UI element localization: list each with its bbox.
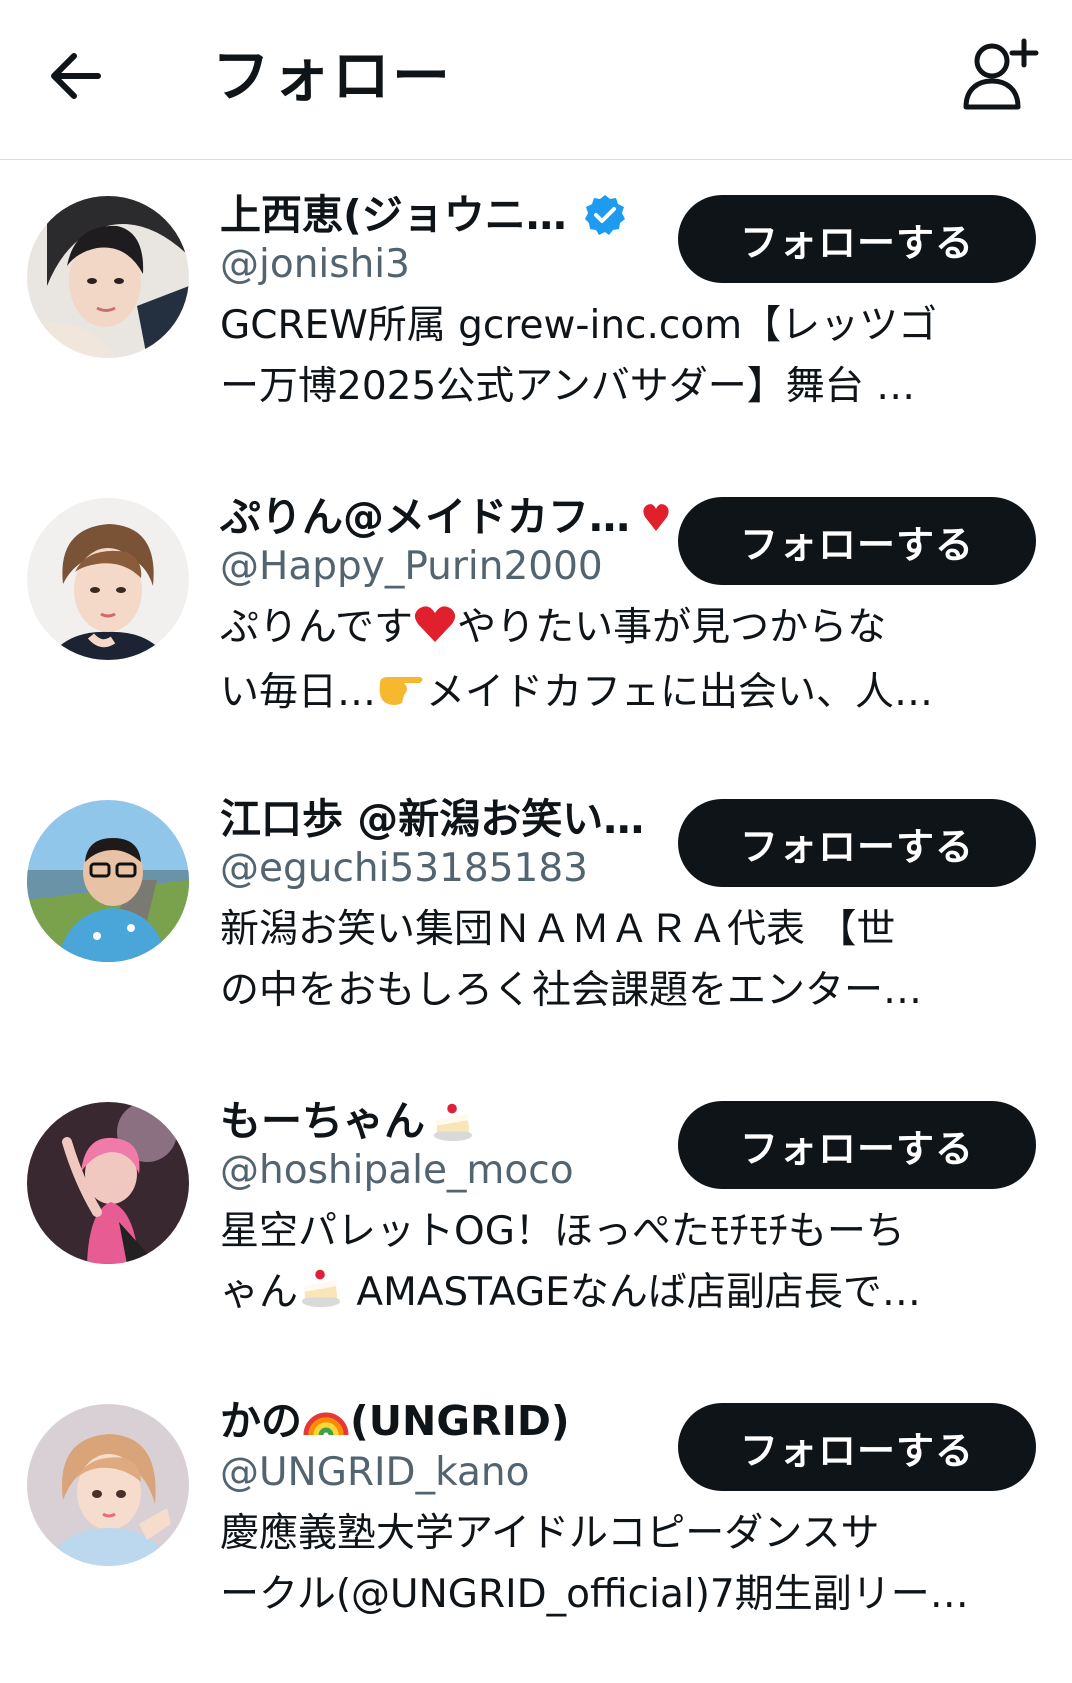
avatar[interactable] — [27, 1102, 189, 1264]
bio-text: い毎日… — [220, 670, 377, 715]
bio-line: GCREW所属 gcrew-inc.com【レッツゴ — [220, 303, 938, 348]
follow-button[interactable]: フォローする — [678, 1403, 1036, 1491]
top-app-bar: フォロー — [0, 0, 1072, 160]
user-bio: 新潟お笑い集団ＮＡＭＡＲＡ代表 【世 の中をおもしろく社会課題をエンター… — [220, 899, 1040, 1021]
bio-line: ゃん AMASTAGEなんば店副店長で… — [220, 1262, 1040, 1323]
back-button[interactable] — [40, 40, 112, 112]
user-row[interactable]: ぷりん@メイドカフ… @Happy_Purin2000 ぷりんです やりたい事が見… — [0, 475, 1072, 777]
avatar[interactable] — [27, 1404, 189, 1566]
display-name[interactable]: ぷりん@メイドカフ… — [220, 487, 630, 547]
bio-line: の中をおもしろく社会課題をエンター… — [220, 968, 923, 1013]
pointing-hand-emoji-icon — [376, 666, 426, 719]
cake-emoji-icon — [298, 1265, 344, 1323]
bio-text: ぷりんです — [220, 605, 414, 650]
bio-text: ゃん — [220, 1270, 299, 1315]
user-handle: @Happy_Purin2000 — [220, 544, 603, 589]
avatar[interactable] — [27, 800, 189, 962]
bio-text: やりたい事が見つからな — [457, 605, 887, 650]
user-bio: ぷりんです やりたい事が見つからな い毎日… メイドカフェに出会い、人… — [220, 597, 1040, 719]
verified-badge-icon — [583, 193, 627, 237]
user-bio: 慶應義塾大学アイドルコピーダンスサ ークル(@UNGRID_official)7… — [220, 1503, 1040, 1625]
user-row[interactable]: かの (UNGRID) @UNGRID_kano 慶應義塾大学アイドルコピーダンス… — [0, 1381, 1072, 1683]
display-name-text: かの — [220, 1397, 302, 1445]
heart-emoji-icon — [634, 495, 678, 539]
user-handle: @jonishi3 — [220, 242, 410, 287]
name-row: ぷりん@メイドカフ… — [220, 487, 680, 547]
bio-line: 慶應義塾大学アイドルコピーダンスサ — [220, 1511, 880, 1556]
follow-button[interactable]: フォローする — [678, 195, 1036, 283]
person-add-icon — [963, 38, 1039, 110]
display-name[interactable]: 上西恵(ジョウニ… — [220, 185, 567, 245]
bio-line: ぷりんです やりたい事が見つからな — [220, 597, 1040, 662]
rainbow-emoji-icon — [302, 1395, 350, 1453]
user-bio: 星空パレットOG！ほっぺたﾓﾁﾓﾁもーち ゃん AMASTAGEなんば店副店長で… — [220, 1201, 1040, 1323]
avatar[interactable] — [27, 196, 189, 358]
arrow-left-icon — [51, 53, 101, 99]
cake-emoji-icon — [431, 1099, 475, 1143]
name-row: 江口歩 @新潟お笑い… — [220, 789, 680, 849]
avatar[interactable] — [27, 498, 189, 660]
bio-line: ークル(@UNGRID_official)7期生副リー… — [220, 1572, 969, 1617]
display-name[interactable]: 江口歩 @新潟お笑い… — [220, 789, 644, 849]
page-title: フォロー — [212, 42, 453, 110]
bio-line: い毎日… メイドカフェに出会い、人… — [220, 662, 1040, 719]
name-row: かの (UNGRID) — [220, 1393, 680, 1453]
name-row: 上西恵(ジョウニ… — [220, 185, 680, 245]
user-handle: @UNGRID_kano — [220, 1450, 530, 1495]
display-name[interactable]: かの (UNGRID) — [220, 1393, 570, 1453]
add-user-button[interactable] — [952, 34, 1048, 118]
display-name-text: (UNGRID) — [350, 1397, 570, 1445]
display-name[interactable]: もーちゃん — [220, 1091, 425, 1151]
user-handle: @hoshipale_moco — [220, 1148, 574, 1193]
bio-line: 星空パレットOG！ほっぺたﾓﾁﾓﾁもーち — [220, 1209, 905, 1254]
bio-line: 新潟お笑い集団ＮＡＭＡＲＡ代表 【世 — [220, 907, 896, 952]
user-handle: @eguchi53185183 — [220, 846, 588, 891]
user-bio: GCREW所属 gcrew-inc.com【レッツゴ ー万博2025公式アンバサ… — [220, 295, 1040, 417]
user-row[interactable]: 上西恵(ジョウニ… @jonishi3 GCREW所属 gcrew-inc.co… — [0, 173, 1072, 475]
bio-line: ー万博2025公式アンバサダー】舞台 … — [220, 364, 916, 409]
user-row[interactable]: もーちゃん @hoshipale_moco 星空パレットOG！ほっぺたﾓﾁﾓﾁも… — [0, 1079, 1072, 1381]
follow-button[interactable]: フォローする — [678, 497, 1036, 585]
heart-emoji-icon — [413, 601, 457, 662]
follow-button[interactable]: フォローする — [678, 799, 1036, 887]
name-row: もーちゃん — [220, 1091, 680, 1151]
user-row[interactable]: 江口歩 @新潟お笑い… @eguchi53185183 新潟お笑い集団ＮＡＭＡＲ… — [0, 777, 1072, 1079]
bio-text: AMASTAGEなんば店副店長で… — [344, 1270, 921, 1315]
bio-text: メイドカフェに出会い、人… — [426, 670, 934, 715]
follow-button[interactable]: フォローする — [678, 1101, 1036, 1189]
